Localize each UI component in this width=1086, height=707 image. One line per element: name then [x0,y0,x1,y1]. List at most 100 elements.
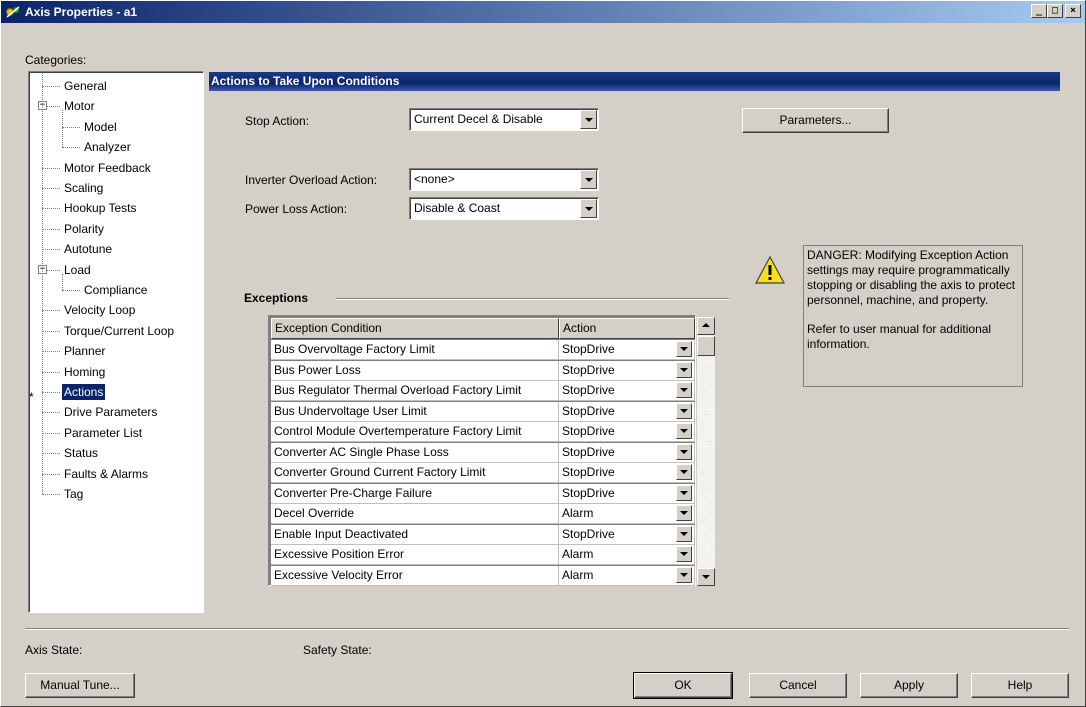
window-title: Axis Properties - a1 [25,5,138,19]
tree-item-motor[interactable]: Motor [62,98,97,114]
chevron-down-icon[interactable] [676,341,692,357]
table-row[interactable]: Excessive Velocity Error Alarm [271,565,695,586]
chevron-down-icon[interactable] [676,464,692,480]
chevron-down-icon[interactable] [676,566,692,583]
help-button[interactable]: Help [971,673,1069,698]
tree-connector [42,473,60,475]
cancel-button[interactable]: Cancel [749,673,847,698]
danger-notice: DANGER: Modifying Exception Action setti… [803,245,1023,387]
table-row[interactable]: Bus Undervoltage User Limit StopDrive [271,401,695,422]
tree-item-hookup-tests[interactable]: Hookup Tests [62,200,139,216]
exception-action-select[interactable]: StopDrive [559,401,695,422]
tree-item-autotune[interactable]: Autotune [62,241,114,257]
chevron-down-icon[interactable] [676,505,692,521]
chevron-down-icon[interactable] [676,402,692,419]
parameters-button[interactable]: Parameters... [742,108,889,133]
table-row[interactable]: Bus Power Loss StopDrive [271,360,695,381]
tree-connector [42,228,60,230]
apply-button[interactable]: Apply [860,673,958,698]
exceptions-scrollbar[interactable] [697,317,715,586]
chevron-down-icon[interactable] [580,199,597,218]
table-row[interactable]: Bus Overvoltage Factory Limit StopDrive [271,340,695,360]
tree-item-compliance[interactable]: Compliance [82,282,149,298]
tree-item-torque-current-loop[interactable]: Torque/Current Loop [62,323,176,339]
tree-connector [62,290,80,291]
exception-action-select[interactable]: StopDrive [559,524,695,545]
chevron-down-icon[interactable] [676,361,692,378]
power-loss-select[interactable]: Disable & Coast [409,197,599,220]
tree-item-status[interactable]: Status [62,445,100,461]
tree-item-faults-alarms[interactable]: Faults & Alarms [62,466,150,482]
chevron-down-icon[interactable] [580,170,597,189]
tree-item-drive-parameters[interactable]: Drive Parameters [62,404,159,420]
table-row[interactable]: Bus Regulator Thermal Overload Factory L… [271,381,695,401]
ok-button[interactable]: OK [633,672,733,699]
exception-action-select[interactable]: Alarm [559,565,695,586]
exception-action-select[interactable]: Alarm [559,504,695,524]
chevron-down-icon[interactable] [676,525,692,542]
title-bar[interactable]: Axis Properties - a1 _ □ × [1,1,1085,23]
axis-app-icon [6,6,20,18]
stop-action-select[interactable]: Current Decel & Disable [409,108,599,131]
table-row[interactable]: Enable Input Deactivated StopDrive [271,524,695,545]
exception-action-select[interactable]: StopDrive [559,442,695,463]
exception-action-select[interactable]: StopDrive [559,360,695,381]
categories-tree[interactable]: General − Motor Model Analyzer Motor Feedback… [28,71,204,613]
tree-item-tag[interactable]: Tag [62,486,85,502]
exception-action-select[interactable]: StopDrive [559,483,695,504]
tree-item-velocity-loop[interactable]: Velocity Loop [62,302,137,318]
table-row[interactable]: Decel Override Alarm [271,504,695,524]
maximize-button[interactable]: □ [1047,4,1063,18]
exception-condition-cell: Converter AC Single Phase Loss [271,442,559,463]
tree-item-actions[interactable]: Actions [62,384,106,400]
manual-tune-button[interactable]: Manual Tune... [25,673,135,698]
tree-item-homing[interactable]: Homing [62,364,107,380]
exception-action-select[interactable]: StopDrive [559,463,695,483]
tree-connector [42,453,60,455]
scroll-up-button[interactable] [697,317,715,335]
tree-item-motor-feedback[interactable]: Motor Feedback [62,160,153,176]
chevron-down-icon[interactable] [676,382,692,398]
scroll-down-button[interactable] [697,568,715,586]
tree-connector [42,494,60,495]
inverter-overload-value: <none> [414,172,455,186]
exception-action-select[interactable]: Alarm [559,545,695,565]
exception-action-select[interactable]: StopDrive [559,381,695,401]
table-row[interactable]: Converter AC Single Phase Loss StopDrive [271,442,695,463]
chevron-down-icon[interactable] [676,484,692,501]
tree-item-general[interactable]: General [62,78,109,94]
exception-action-value: Alarm [562,547,594,561]
tree-connector [42,188,60,189]
column-header-action[interactable]: Action [559,318,695,339]
tree-connector [62,126,80,128]
exceptions-grid[interactable]: Exception Condition Action Bus Overvolta… [268,315,696,586]
tree-item-load[interactable]: Load [62,262,93,278]
tree-connector [42,208,60,210]
close-button[interactable]: × [1065,4,1081,18]
exception-action-value: StopDrive [562,342,615,356]
column-header-condition[interactable]: Exception Condition [271,318,559,339]
chevron-down-icon[interactable] [676,443,692,460]
tree-item-polarity[interactable]: Polarity [62,221,106,237]
chevron-down-icon[interactable] [676,423,692,439]
chevron-down-icon[interactable] [676,546,692,562]
minimize-button[interactable]: _ [1031,4,1047,18]
tree-item-planner[interactable]: Planner [62,343,107,359]
inverter-overload-select[interactable]: <none> [409,168,599,191]
tree-item-model[interactable]: Model [82,119,119,135]
scroll-thumb[interactable] [697,336,715,356]
tree-item-parameter-list[interactable]: Parameter List [62,425,144,441]
exception-action-select[interactable]: StopDrive [559,422,695,442]
chevron-down-icon[interactable] [580,110,597,129]
table-row[interactable]: Control Module Overtemperature Factory L… [271,422,695,442]
table-row[interactable]: Converter Pre-Charge Failure StopDrive [271,483,695,504]
exception-condition-cell: Control Module Overtemperature Factory L… [271,422,559,442]
table-row[interactable]: Converter Ground Current Factory Limit St… [271,463,695,483]
exception-condition-cell: Converter Ground Current Factory Limit [271,463,559,483]
footer-divider [25,628,1069,630]
table-row[interactable]: Excessive Position Error Alarm [271,545,695,565]
tree-item-analyzer[interactable]: Analyzer [82,139,133,155]
tree-item-scaling[interactable]: Scaling [62,180,105,196]
tree-connector [42,86,60,87]
exception-action-select[interactable]: StopDrive [559,340,695,360]
